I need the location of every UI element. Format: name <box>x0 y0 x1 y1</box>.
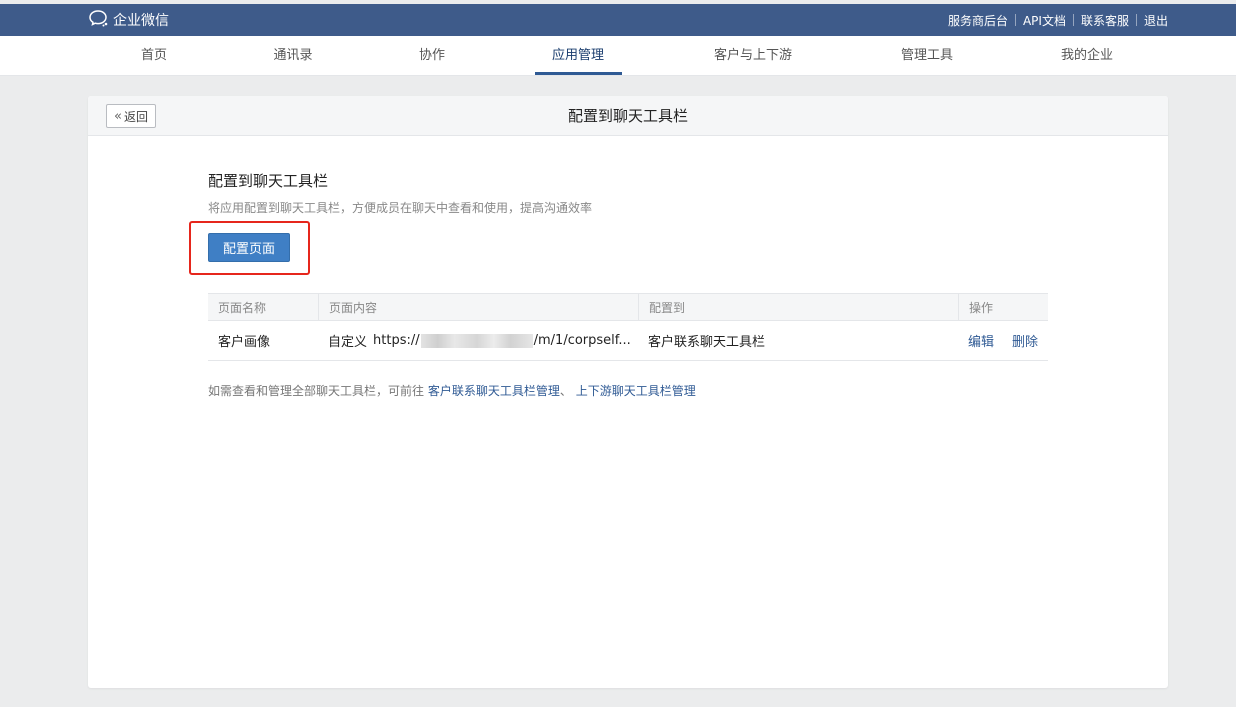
content-type: 自定义 <box>328 335 368 350</box>
section-description: 将应用配置到聊天工具栏，方便成员在聊天中查看和使用，提高沟通效率 <box>208 201 593 215</box>
header-actions: 操作 <box>958 294 1048 320</box>
back-button[interactable]: « 返回 <box>106 104 156 128</box>
card-header: 配置到聊天工具栏 « 返回 <box>88 96 1168 136</box>
main-nav: 首页 通讯录 协作 应用管理 客户与上下游 管理工具 我的企业 <box>0 36 1236 76</box>
redacted-url-segment <box>420 333 533 348</box>
url-end: /m/1/corpself... <box>533 333 631 348</box>
edit-link[interactable]: 编辑 <box>968 331 994 350</box>
link-divider <box>1014 14 1016 26</box>
logout-link[interactable]: 退出 <box>1144 12 1168 29</box>
header-page-content: 页面内容 <box>318 294 638 320</box>
delete-link[interactable]: 删除 <box>1012 331 1038 350</box>
upstream-toolbar-management-link[interactable]: 上下游聊天工具栏管理 <box>576 384 696 398</box>
nav-home[interactable]: 首页 <box>141 36 167 76</box>
contact-support-link[interactable]: 联系客服 <box>1081 12 1129 29</box>
nav-collaboration[interactable]: 协作 <box>419 36 445 76</box>
configure-page-button[interactable]: 配置页面 <box>208 233 290 262</box>
nav-app-management[interactable]: 应用管理 <box>552 36 604 76</box>
row-page-content: 自定义 https:// /m/1/corpself... <box>318 321 638 360</box>
section-title: 配置到聊天工具栏 <box>208 172 329 190</box>
double-chevron-left-icon: « <box>114 108 122 124</box>
page-title: 配置到聊天工具栏 <box>567 107 688 125</box>
top-links: 服务商后台 API文档 联系客服 退出 <box>948 4 1168 36</box>
header-page-name: 页面名称 <box>218 300 267 315</box>
content-card: 配置到聊天工具栏 « 返回 配置到聊天工具栏 将应用配置到聊天工具栏，方便成员在… <box>88 96 1168 688</box>
api-docs-link[interactable]: API文档 <box>1023 12 1066 29</box>
row-page-name: 客户画像 <box>218 335 271 350</box>
link-divider <box>1072 14 1074 26</box>
footer-text: 如需查看和管理全部聊天工具栏，可前往 <box>208 384 425 398</box>
logo[interactable]: 企业微信 <box>88 10 169 30</box>
top-bar: 企业微信 服务商后台 API文档 联系客服 退出 <box>0 4 1236 36</box>
url-start: https:// <box>373 333 420 348</box>
active-tab-indicator <box>535 72 622 75</box>
nav-customers[interactable]: 客户与上下游 <box>714 36 792 76</box>
page-url: https:// /m/1/corpself... <box>373 333 631 348</box>
logo-text: 企业微信 <box>113 13 169 29</box>
toolbar-pages-table: 页面名称 页面内容 配置到 操作 客户画像 自定义 https:// /m/1/… <box>208 293 1048 361</box>
provider-backend-link[interactable]: 服务商后台 <box>948 12 1008 29</box>
footer-separator: 、 <box>559 384 572 398</box>
wework-logo-icon <box>88 8 113 32</box>
header-configured-to: 配置到 <box>638 294 958 320</box>
nav-contacts[interactable]: 通讯录 <box>273 36 312 76</box>
link-divider <box>1135 14 1137 26</box>
nav-management-tools[interactable]: 管理工具 <box>901 36 953 76</box>
customer-toolbar-management-link[interactable]: 客户联系聊天工具栏管理 <box>428 384 560 398</box>
table-row: 客户画像 自定义 https:// /m/1/corpself... 客户联系聊… <box>208 321 1048 361</box>
back-label: 返回 <box>123 109 148 124</box>
row-configured-to: 客户联系聊天工具栏 <box>648 335 766 350</box>
footer-note: 如需查看和管理全部聊天工具栏，可前往 客户联系聊天工具栏管理、 上下游聊天工具栏… <box>208 382 696 399</box>
nav-my-enterprise[interactable]: 我的企业 <box>1061 36 1113 76</box>
table-header: 页面名称 页面内容 配置到 操作 <box>208 293 1048 321</box>
row-actions: 编辑 删除 <box>958 321 1048 360</box>
